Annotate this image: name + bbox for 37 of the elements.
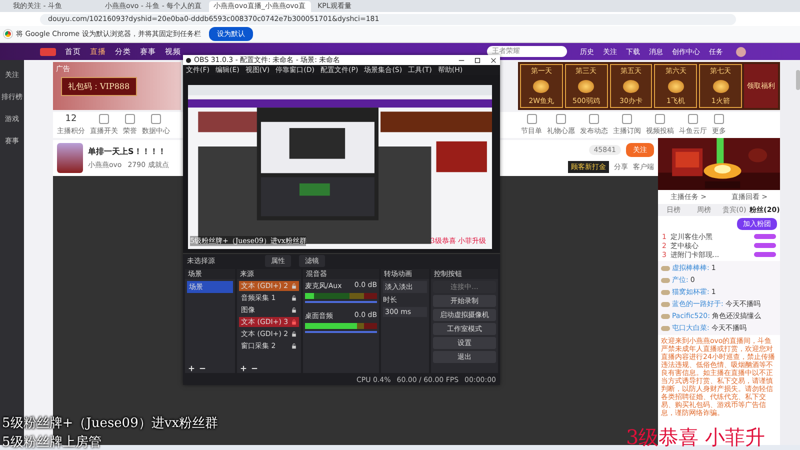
prize-icon <box>578 80 594 92</box>
tool-icon[interactable] <box>714 114 724 124</box>
lock-icon[interactable] <box>291 307 297 313</box>
tool-icon[interactable] <box>622 114 632 124</box>
prize-icon <box>668 80 684 92</box>
lock-icon[interactable] <box>291 331 297 337</box>
prize-icon <box>533 80 550 92</box>
avatar-icon[interactable] <box>736 46 746 56</box>
fan-badge <box>754 234 776 239</box>
tool-icon[interactable] <box>125 114 135 124</box>
tool-icon[interactable] <box>99 114 109 124</box>
tool-icon[interactable] <box>526 114 536 124</box>
lock-icon[interactable] <box>291 343 297 349</box>
tool-icon[interactable] <box>655 114 665 124</box>
streamer-avatar <box>57 143 83 173</box>
prize-icon <box>622 80 639 92</box>
maximize-icon[interactable] <box>474 56 481 64</box>
gift-code: 礼包码：VIP888 <box>61 76 137 96</box>
room-title: 单排一天上S！！！！ <box>88 146 167 157</box>
volume-meter <box>305 293 377 299</box>
score-value: 12 <box>65 114 77 124</box>
fan-badge <box>754 252 776 257</box>
logo-icon <box>40 48 56 56</box>
chrome-icon <box>4 30 12 38</box>
tool-icon[interactable] <box>688 114 698 124</box>
prize-icon <box>712 80 729 92</box>
close-icon[interactable] <box>490 56 497 64</box>
lock-icon[interactable] <box>291 295 297 301</box>
fan-badge <box>754 243 776 248</box>
tool-icon[interactable] <box>556 114 566 124</box>
add-icon[interactable] <box>188 364 195 372</box>
volume-meter <box>305 323 377 329</box>
scrollbar[interactable] <box>796 70 800 90</box>
tool-icon[interactable] <box>151 114 161 124</box>
tool-icon[interactable] <box>589 114 599 124</box>
add-icon[interactable] <box>240 364 247 372</box>
obs-logo-icon <box>186 58 191 62</box>
